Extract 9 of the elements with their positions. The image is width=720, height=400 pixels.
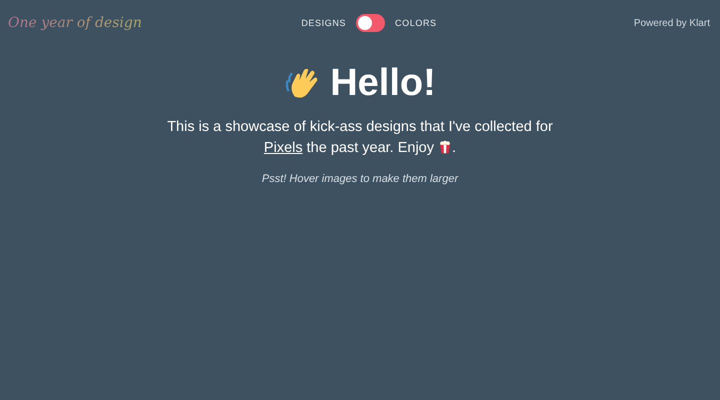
popcorn-icon — [438, 140, 452, 154]
view-toggle[interactable] — [356, 14, 386, 32]
designs-label: DESIGNS — [301, 18, 346, 28]
hover-hint: Psst! Hover images to make them larger — [262, 173, 458, 185]
credit-text: Powered by Klart — [632, 18, 710, 28]
page-title: Hello! — [330, 62, 436, 105]
colors-label: COLORS — [395, 18, 437, 28]
intro-text: This is a showcase of kick-ass designs that I've collected for Pixels the past year. Enjoy . — [166, 118, 554, 158]
pixels-link[interactable]: Pixels — [264, 140, 303, 156]
